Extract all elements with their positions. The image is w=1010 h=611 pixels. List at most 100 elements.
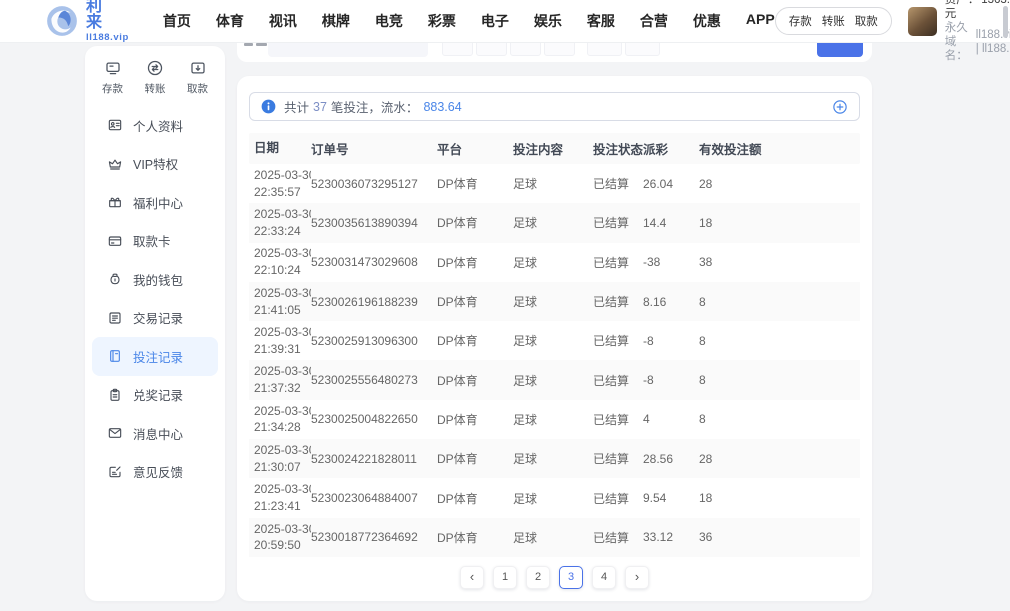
brand-logo-icon	[45, 4, 79, 38]
nav-item[interactable]: 彩票	[428, 11, 456, 31]
nav-item[interactable]: 合营	[640, 11, 668, 31]
sidebar-menu-item[interactable]: 投注记录	[92, 337, 218, 376]
payout: 4	[643, 412, 699, 426]
table-body: 2025-03-30 22:35:57 5230036073295127 DP体…	[249, 164, 860, 557]
sidebar-menu-item[interactable]: 交易记录	[92, 299, 218, 338]
bet-time: 22:35:57	[254, 184, 311, 201]
bet-status: 已结算	[593, 214, 643, 231]
bet-content: 足球	[513, 411, 593, 428]
brand-logo[interactable]: 利 来 ll188.vip	[45, 0, 129, 43]
quick-action[interactable]: 转账	[145, 59, 166, 96]
sidebar-menu-item[interactable]: 福利中心	[92, 183, 218, 222]
wallet-link[interactable]: 存款	[789, 13, 812, 29]
sidebar-menu-label: 消息中心	[133, 424, 183, 443]
nav-item[interactable]: APP	[746, 11, 775, 31]
page-number-button[interactable]: 2	[526, 566, 550, 589]
order-number: 5230025913096300	[311, 334, 437, 348]
order-number: 5230024221828011	[311, 452, 437, 466]
next-page-button[interactable]: ›	[625, 566, 649, 589]
nav-item[interactable]: 棋牌	[322, 11, 350, 31]
expand-plus-icon[interactable]	[832, 99, 848, 115]
sidebar-menu-label: 交易记录	[133, 308, 183, 327]
sidebar-menu-label: 取款卡	[133, 231, 171, 250]
sidebar-menu-item[interactable]: VIP特权	[92, 145, 218, 184]
table-row: 2025-03-30 21:39:31 5230025913096300 DP体…	[249, 321, 860, 360]
page-number-button[interactable]: 1	[493, 566, 517, 589]
user-block[interactable]: anxin3399总资产：1363.49元 永久域名：ll188.vip | l…	[908, 0, 1010, 63]
wallet-link[interactable]: 取款	[855, 13, 878, 29]
table-row: 2025-03-30 21:30:07 5230024221828011 DP体…	[249, 439, 860, 478]
bet-content: 足球	[513, 175, 593, 192]
table-row: 2025-03-30 21:37:32 5230025556480273 DP体…	[249, 360, 860, 399]
bet-date: 2025-03-30	[254, 442, 311, 459]
bet-content: 足球	[513, 529, 593, 546]
nav-item[interactable]: 优惠	[693, 11, 721, 31]
payout: 14.4	[643, 216, 699, 230]
nav-item[interactable]: 娱乐	[534, 11, 562, 31]
bet-status: 已结算	[593, 293, 643, 310]
sidebar-menu-item[interactable]: 取款卡	[92, 222, 218, 261]
summary-prefix: 共计	[284, 97, 309, 116]
wallet-link[interactable]: 转账	[822, 13, 845, 29]
transfer-icon	[146, 59, 164, 77]
bet-status: 已结算	[593, 411, 643, 428]
order-number: 5230018772364692	[311, 530, 437, 544]
platform: DP体育	[437, 254, 513, 271]
valid-amount: 28	[699, 177, 860, 191]
sidebar-menu-item[interactable]: 个人资料	[92, 106, 218, 145]
page-scrollbar[interactable]	[1003, 6, 1008, 38]
bet-content: 足球	[513, 293, 593, 310]
domain-label: 永久域名：	[945, 21, 973, 63]
platform: DP体育	[437, 332, 513, 349]
valid-amount: 8	[699, 295, 860, 309]
sidebar-menu-item[interactable]: 消息中心	[92, 414, 218, 453]
bet-time: 21:41:05	[254, 302, 311, 319]
page-number-button[interactable]: 3	[559, 566, 583, 589]
col-payout: 派彩	[643, 139, 699, 158]
vip-crown-icon	[107, 156, 123, 172]
order-number: 5230025556480273	[311, 373, 437, 387]
nav-item[interactable]: 体育	[216, 11, 244, 31]
nav-item[interactable]: 电竞	[375, 11, 403, 31]
avatar[interactable]	[908, 7, 937, 36]
valid-amount: 18	[699, 491, 860, 505]
cutoff-label-fragment	[256, 43, 267, 46]
transactions-icon	[107, 310, 123, 326]
nav-item[interactable]: 电子	[481, 11, 509, 31]
bet-time: 20:59:50	[254, 537, 311, 554]
profile-icon	[107, 117, 123, 133]
bet-date: 2025-03-30	[254, 403, 311, 420]
bet-date: 2025-03-30	[254, 521, 311, 538]
bet-time: 21:37:32	[254, 380, 311, 397]
cutoff-label-fragment	[244, 43, 253, 46]
col-order: 订单号	[311, 139, 437, 158]
feedback-icon	[107, 464, 123, 480]
payout: -38	[643, 255, 699, 269]
order-number: 5230036073295127	[311, 177, 437, 191]
platform: DP体育	[437, 490, 513, 507]
bet-date: 2025-03-30	[254, 481, 311, 498]
quick-action-label: 转账	[145, 81, 166, 96]
sidebar-menu-item[interactable]: 我的钱包	[92, 260, 218, 299]
nav-item[interactable]: 客服	[587, 11, 615, 31]
sidebar-menu-label: 我的钱包	[133, 270, 183, 289]
valid-amount: 28	[699, 452, 860, 466]
bet-records-icon	[107, 348, 123, 364]
col-content: 投注内容	[513, 139, 593, 158]
brand-title: 利 来	[86, 0, 129, 31]
quick-action[interactable]: 存款	[102, 59, 123, 96]
nav-item[interactable]: 首页	[163, 11, 191, 31]
sidebar-quick-actions: 存款 转账 取款	[85, 46, 225, 96]
prev-page-button[interactable]: ‹	[460, 566, 484, 589]
order-number: 5230035613890394	[311, 216, 437, 230]
deposit-icon	[104, 59, 122, 77]
col-date: 日期	[249, 140, 311, 158]
nav-item[interactable]: 视讯	[269, 11, 297, 31]
sidebar-menu-label: 意见反馈	[133, 462, 183, 481]
bet-content: 足球	[513, 254, 593, 271]
page-number-button[interactable]: 4	[592, 566, 616, 589]
sidebar-menu-item[interactable]: 意见反馈	[92, 453, 218, 492]
sidebar-menu-item[interactable]: 兑奖记录	[92, 376, 218, 415]
quick-action[interactable]: 取款	[187, 59, 208, 96]
bet-content: 足球	[513, 450, 593, 467]
